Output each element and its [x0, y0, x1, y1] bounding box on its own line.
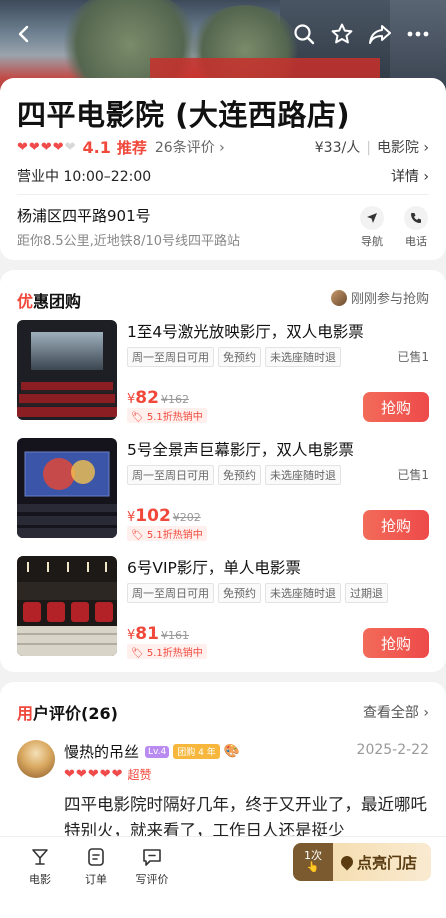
- deal-title: 6号VIP影厅，单人电影票: [127, 559, 301, 577]
- divider: [17, 194, 429, 195]
- rating-score: 4.1: [82, 137, 111, 157]
- heart-icon: ❤: [75, 767, 87, 782]
- deal-tag: 周一至周日可用: [127, 465, 214, 485]
- tab-label: 写评价: [135, 873, 169, 886]
- palette-icon: 🎨: [223, 744, 240, 759]
- heart-icon: ❤: [87, 767, 99, 782]
- buy-button[interactable]: 抢购: [363, 628, 429, 658]
- tab-orders[interactable]: 订单: [71, 847, 121, 887]
- business-hours: 营业中 10:00–22:00: [17, 169, 152, 185]
- deal-item[interactable]: 6号VIP影厅，单人电影票 周一至周日可用 免预约 未选座随时退 过期退 ¥81…: [17, 556, 429, 660]
- deal-tag: 免预约: [218, 347, 261, 367]
- shop-name: 四平电影院 (大连西路店): [17, 98, 351, 132]
- location-pin-icon: [338, 853, 356, 871]
- deal-tag: 未选座随时退: [265, 347, 341, 367]
- heart-icon: ❤: [52, 139, 64, 155]
- level-badge: Lv.4: [145, 745, 170, 758]
- heart-empty-icon: ❤: [64, 139, 76, 155]
- reviewer-name[interactable]: 慢热的吊丝: [64, 741, 139, 762]
- top-bar: [0, 16, 446, 52]
- deal-tag: 未选座随时退: [265, 583, 341, 603]
- light-up-store-button[interactable]: 1次 👆 点亮门店: [293, 843, 431, 881]
- review-rating: ❤ ❤ ❤ ❤ ❤ 超赞: [64, 766, 152, 783]
- recent-purchase-indicator: 刚刚参与抢购: [330, 288, 429, 307]
- heart-icon: ❤: [40, 139, 52, 155]
- more-icon[interactable]: [400, 16, 436, 52]
- discount-badge: 🏷 5.1折热销中: [127, 526, 207, 541]
- call-button[interactable]: 电话: [398, 206, 434, 249]
- detail-link[interactable]: 详情 ›: [391, 166, 429, 186]
- call-label: 电话: [405, 235, 427, 248]
- deal-thumbnail: [17, 438, 117, 538]
- deal-tag: 周一至周日可用: [127, 347, 214, 367]
- deal-price: ¥102 ¥202: [127, 506, 201, 526]
- tab-movie[interactable]: 电影: [15, 847, 65, 887]
- discount-badge: 🏷 5.1折热销中: [127, 408, 207, 423]
- deal-item[interactable]: 1至4号激光放映影厅，双人电影票 周一至周日可用 免预约 未选座随时退 已售1 …: [17, 320, 429, 424]
- heart-icon: ❤: [17, 139, 28, 155]
- category: 电影院: [376, 140, 419, 156]
- write-review-icon: [127, 847, 177, 871]
- buy-button[interactable]: 抢购: [363, 392, 429, 422]
- navigate-label: 导航: [361, 235, 383, 248]
- reviews-section-title: 用户评价(26): [17, 704, 118, 723]
- deal-thumbnail: [17, 320, 117, 420]
- tab-write-review[interactable]: 写评价: [127, 847, 177, 887]
- deals-section-title: 优惠团购: [17, 292, 82, 311]
- share-icon[interactable]: [362, 16, 398, 52]
- buy-button[interactable]: 抢购: [363, 510, 429, 540]
- address[interactable]: 杨浦区四平路901号: [17, 205, 151, 226]
- search-icon[interactable]: [286, 16, 322, 52]
- deal-tag: 未选座随时退: [265, 465, 341, 485]
- deal-tags: 周一至周日可用 免预约 未选座随时退: [127, 347, 341, 367]
- avg-price: ¥33/人: [314, 140, 361, 156]
- review-count-link[interactable]: 26条评价 ›: [155, 137, 225, 157]
- deal-tag: 免预约: [218, 583, 261, 603]
- light-count-badge: 1次 👆: [293, 843, 333, 881]
- deal-thumbnail: [17, 556, 117, 656]
- shop-info-card: 四平电影院 (大连西路店) ❤ ❤ ❤ ❤ ❤ 4.1 推荐 26条评价 › ¥…: [0, 78, 446, 260]
- discount-badge: 🏷 5.1折热销中: [127, 644, 207, 659]
- star-icon[interactable]: [324, 16, 360, 52]
- rating-row: ❤ ❤ ❤ ❤ ❤ 4.1 推荐 26条评价 › ¥33/人 | 电影院 ›: [17, 136, 429, 158]
- sold-count: 已售1: [397, 468, 429, 482]
- price-category[interactable]: ¥33/人 | 电影院 ›: [315, 137, 429, 157]
- heart-icon: ❤: [99, 767, 111, 782]
- heart-icon: ❤: [111, 767, 123, 782]
- deals-card: 优惠团购 刚刚参与抢购 1至4号激光放映影厅，双人电影票 周一至周日可用 免预约…: [0, 270, 446, 672]
- back-arrow-icon[interactable]: [6, 16, 42, 52]
- phone-icon: [404, 206, 428, 230]
- deal-tag: 过期退: [345, 583, 388, 603]
- navigation-icon: [360, 206, 384, 230]
- order-icon: [71, 847, 121, 871]
- deal-item[interactable]: 5号全景声巨幕影厅，双人电影票 周一至周日可用 免预约 未选座随时退 已售1 ¥…: [17, 438, 429, 542]
- distance: 距你8.5公里,近地铁8/10号线四平路站: [17, 234, 240, 249]
- deal-tags: 周一至周日可用 免预约 未选座随时退 过期退: [127, 583, 388, 603]
- navigate-button[interactable]: 导航: [354, 206, 390, 249]
- movie-icon: [15, 847, 65, 871]
- review-date: 2025-2-22: [356, 742, 429, 758]
- avatar: [330, 289, 347, 306]
- deal-tag: 周一至周日可用: [127, 583, 214, 603]
- group-buy-badge: 团购 4 年: [173, 744, 220, 759]
- sold-count: 已售1: [397, 350, 429, 364]
- see-all-link[interactable]: 查看全部 ›: [363, 702, 429, 722]
- tab-label: 订单: [85, 873, 107, 886]
- heart-icon: ❤: [64, 767, 75, 782]
- heart-icon: ❤: [28, 139, 40, 155]
- deal-title: 5号全景声巨幕影厅，双人电影票: [127, 441, 354, 459]
- deal-price: ¥81 ¥161: [127, 624, 189, 644]
- hours-row: 营业中 10:00–22:00 详情 ›: [17, 166, 429, 188]
- avatar[interactable]: [17, 740, 55, 778]
- recommend-tag: 推荐: [116, 138, 147, 157]
- deal-tags: 周一至周日可用 免预约 未选座随时退: [127, 465, 341, 485]
- deal-tag: 免预约: [218, 465, 261, 485]
- rating-tag: 超赞: [127, 768, 152, 782]
- reviewer-info: 慢热的吊丝 Lv.4 团购 4 年 🎨: [64, 741, 240, 762]
- bottom-bar: 电影 订单 写评价 1次 👆 点亮门店: [0, 836, 446, 918]
- deal-price: ¥82 ¥162: [127, 388, 189, 408]
- tab-label: 电影: [29, 873, 51, 886]
- deal-title: 1至4号激光放映影厅，双人电影票: [127, 323, 364, 341]
- light-up-label: 点亮门店: [357, 853, 418, 872]
